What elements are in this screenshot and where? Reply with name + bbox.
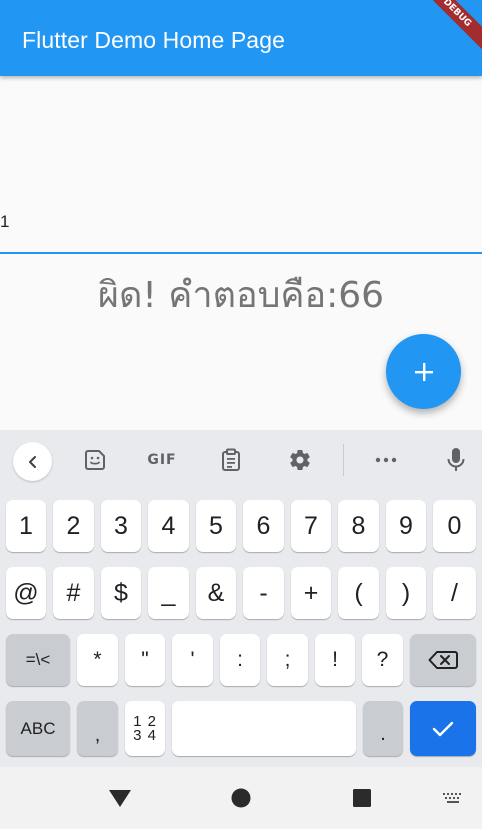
key-underscore[interactable]: _ (148, 567, 189, 619)
clipboard-icon (222, 448, 240, 471)
recents-square-icon (353, 789, 371, 807)
back-icon (28, 455, 36, 468)
number-layout-label: 1 2 3 4 (133, 714, 157, 744)
key-question[interactable]: ? (362, 634, 403, 686)
key-0[interactable]: 0 (433, 500, 476, 552)
backspace-icon (428, 651, 458, 669)
key-semicolon[interactable]: ; (267, 634, 308, 686)
key-open-paren[interactable]: ( (338, 567, 379, 619)
key-3[interactable]: 3 (101, 500, 141, 552)
key-dollar[interactable]: $ (101, 567, 141, 619)
toolbar-divider (343, 444, 344, 476)
system-nav-bar (0, 767, 482, 829)
sticker-icon (85, 450, 105, 470)
more-icon (375, 457, 397, 463)
key-close-paren[interactable]: ) (386, 567, 426, 619)
key-ampersand[interactable]: & (196, 567, 236, 619)
space-key[interactable] (172, 701, 356, 756)
nav-home-button[interactable] (226, 785, 256, 811)
result-message: ผิด! คำตอบคือ:66 (97, 275, 385, 316)
more-symbols-key[interactable]: =\< (6, 634, 70, 686)
keyboard-switch-button[interactable] (438, 785, 468, 811)
key-hash[interactable]: # (53, 567, 94, 619)
enter-key[interactable] (410, 701, 476, 756)
number-layout-bottom: 3 4 (133, 726, 157, 744)
key-at[interactable]: @ (6, 567, 46, 619)
more-symbols-label: =\< (25, 650, 51, 669)
more-button[interactable] (366, 443, 406, 477)
plus-icon (414, 362, 433, 381)
abc-key-label: ABC (20, 718, 56, 738)
key-colon[interactable]: : (220, 634, 260, 686)
debug-banner: DEBUG (412, 0, 482, 58)
answer-input-value[interactable]: 1 (0, 212, 9, 232)
backspace-key[interactable] (410, 634, 476, 686)
home-circle-icon (231, 788, 251, 808)
key-asterisk[interactable]: * (77, 634, 118, 686)
key-exclamation[interactable]: ! (315, 634, 355, 686)
app-bar-title: Flutter Demo Home Page (22, 27, 285, 53)
clipboard-button[interactable] (211, 443, 251, 477)
key-double-quote[interactable]: " (125, 634, 165, 686)
key-single-quote[interactable]: ' (172, 634, 213, 686)
key-minus[interactable]: - (243, 567, 284, 619)
comma-key[interactable]: , (77, 701, 118, 756)
key-2[interactable]: 2 (53, 500, 94, 552)
period-label: . (380, 723, 386, 745)
settings-icon (290, 450, 310, 471)
keyboard-switch-icon (443, 793, 461, 803)
add-button[interactable] (386, 334, 461, 409)
key-5[interactable]: 5 (196, 500, 236, 552)
keyboard-back-button[interactable] (13, 442, 52, 481)
keyboard-toolbar: GIF (0, 430, 482, 490)
key-7[interactable]: 7 (291, 500, 331, 552)
nav-back-button[interactable] (105, 785, 135, 811)
period-key[interactable]: . (363, 701, 403, 756)
key-plus[interactable]: + (291, 567, 331, 619)
gif-button[interactable]: GIF (142, 443, 182, 477)
sticker-button[interactable] (75, 443, 115, 477)
abc-key[interactable]: ABC (6, 701, 70, 756)
answer-text-field[interactable]: 1 (0, 76, 482, 254)
key-6[interactable]: 6 (243, 500, 284, 552)
key-9[interactable]: 9 (386, 500, 426, 552)
soft-keyboard: GIF 1 2 3 4 5 6 7 8 9 0 @ # $ _ & - + (… (0, 430, 482, 767)
back-triangle-icon (109, 790, 131, 807)
settings-button[interactable] (280, 443, 320, 477)
number-layout-key[interactable]: 1 2 3 4 (125, 701, 165, 756)
check-icon (432, 721, 454, 736)
nav-recents-button[interactable] (347, 785, 377, 811)
key-4[interactable]: 4 (148, 500, 189, 552)
mic-icon (447, 448, 465, 471)
comma-label: , (94, 724, 101, 746)
app-bar: Flutter Demo Home Page DEBUG (0, 0, 482, 76)
key-8[interactable]: 8 (338, 500, 379, 552)
key-1[interactable]: 1 (6, 500, 46, 552)
voice-input-button[interactable] (436, 443, 476, 477)
key-slash[interactable]: / (433, 567, 476, 619)
gif-icon: GIF (147, 452, 177, 468)
